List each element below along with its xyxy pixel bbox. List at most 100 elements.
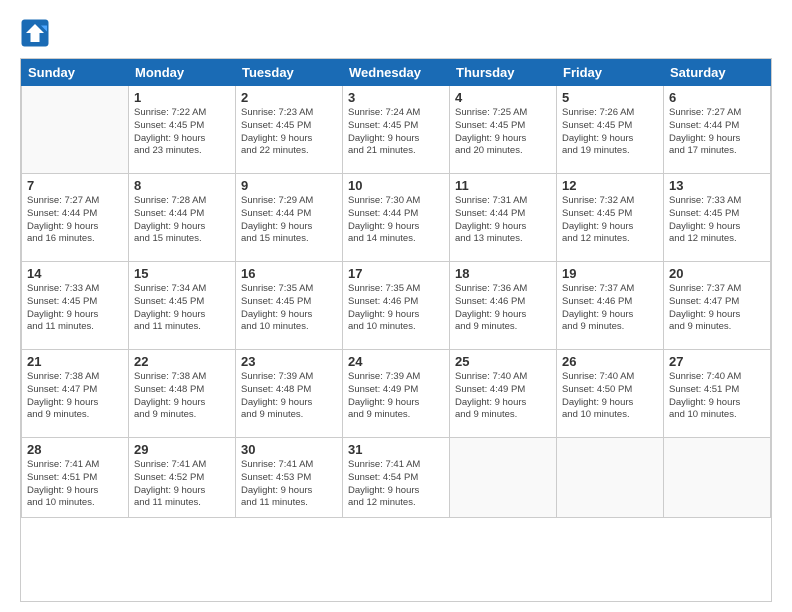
day-info: Sunrise: 7:35 AMSunset: 4:45 PMDaylight:…: [241, 283, 337, 334]
day-number: 18: [455, 266, 551, 281]
cal-cell: 12Sunrise: 7:32 AMSunset: 4:45 PMDayligh…: [557, 174, 664, 262]
logo-icon: [20, 18, 50, 48]
day-info: Sunrise: 7:40 AMSunset: 4:50 PMDaylight:…: [562, 371, 658, 422]
day-info: Sunrise: 7:41 AMSunset: 4:54 PMDaylight:…: [348, 459, 444, 510]
day-header-wednesday: Wednesday: [343, 60, 450, 86]
cal-cell: [450, 438, 557, 518]
cal-cell: 1 Sunrise: 7:22 AMSunset: 4:45 PMDaylight…: [129, 86, 236, 174]
day-info: Sunrise: 7:41 AMSunset: 4:51 PMDaylight:…: [27, 459, 123, 510]
day-info: Sunrise: 7:29 AMSunset: 4:44 PMDaylight:…: [241, 195, 337, 246]
day-number: 29: [134, 442, 230, 457]
day-header-saturday: Saturday: [664, 60, 771, 86]
cal-cell: 13Sunrise: 7:33 AMSunset: 4:45 PMDayligh…: [664, 174, 771, 262]
day-number: 19: [562, 266, 658, 281]
cal-cell: 31 Sunrise: 7:41 AMSunset: 4:54 PMDayligh…: [343, 438, 450, 518]
day-number: 11: [455, 178, 551, 193]
day-number: 28: [27, 442, 123, 457]
cal-cell: 2Sunrise: 7:23 AMSunset: 4:45 PMDaylight…: [236, 86, 343, 174]
day-info: Sunrise: 7:25 AMSunset: 4:45 PMDaylight:…: [455, 107, 551, 158]
cal-cell: 27 Sunrise: 7:40 AMSunset: 4:51 PMDayligh…: [664, 350, 771, 438]
day-info: Sunrise: 7:27 AMSunset: 4:44 PMDaylight:…: [669, 107, 765, 158]
day-number: 16: [241, 266, 337, 281]
day-info: Sunrise: 7:33 AMSunset: 4:45 PMDaylight:…: [669, 195, 765, 246]
cal-cell: 5 Sunrise: 7:26 AMSunset: 4:45 PMDaylight…: [557, 86, 664, 174]
cal-cell: 30 Sunrise: 7:41 AMSunset: 4:53 PMDayligh…: [236, 438, 343, 518]
cal-cell: 29 Sunrise: 7:41 AMSunset: 4:52 PMDayligh…: [129, 438, 236, 518]
day-info: Sunrise: 7:26 AMSunset: 4:45 PMDaylight:…: [562, 107, 658, 158]
day-number: 21: [27, 354, 123, 369]
day-number: 22: [134, 354, 230, 369]
day-number: 14: [27, 266, 123, 281]
day-info: Sunrise: 7:30 AMSunset: 4:44 PMDaylight:…: [348, 195, 444, 246]
day-info: Sunrise: 7:41 AMSunset: 4:53 PMDaylight:…: [241, 459, 337, 510]
day-number: 27: [669, 354, 765, 369]
cal-cell: [557, 438, 664, 518]
day-info: Sunrise: 7:39 AMSunset: 4:49 PMDaylight:…: [348, 371, 444, 422]
cal-cell: 23 Sunrise: 7:39 AMSunset: 4:48 PMDayligh…: [236, 350, 343, 438]
day-number: 6: [669, 90, 765, 105]
day-number: 30: [241, 442, 337, 457]
cal-cell: 7Sunrise: 7:27 AMSunset: 4:44 PMDaylight…: [22, 174, 129, 262]
day-number: 7: [27, 178, 123, 193]
day-number: 1: [134, 90, 230, 105]
cal-cell: 16 Sunrise: 7:35 AMSunset: 4:45 PMDayligh…: [236, 262, 343, 350]
day-info: Sunrise: 7:37 AMSunset: 4:47 PMDaylight:…: [669, 283, 765, 334]
day-number: 5: [562, 90, 658, 105]
cal-cell: 17 Sunrise: 7:35 AMSunset: 4:46 PMDayligh…: [343, 262, 450, 350]
day-number: 4: [455, 90, 551, 105]
day-header-monday: Monday: [129, 60, 236, 86]
day-number: 25: [455, 354, 551, 369]
cal-cell: 18 Sunrise: 7:36 AMSunset: 4:46 PMDayligh…: [450, 262, 557, 350]
day-header-sunday: Sunday: [22, 60, 129, 86]
cal-cell: 19 Sunrise: 7:37 AMSunset: 4:46 PMDayligh…: [557, 262, 664, 350]
day-number: 24: [348, 354, 444, 369]
day-info: Sunrise: 7:39 AMSunset: 4:48 PMDaylight:…: [241, 371, 337, 422]
cal-cell: 25 Sunrise: 7:40 AMSunset: 4:49 PMDayligh…: [450, 350, 557, 438]
cal-cell: 15 Sunrise: 7:34 AMSunset: 4:45 PMDayligh…: [129, 262, 236, 350]
day-number: 17: [348, 266, 444, 281]
cal-cell: 14 Sunrise: 7:33 AMSunset: 4:45 PMDayligh…: [22, 262, 129, 350]
cal-cell: 22 Sunrise: 7:38 AMSunset: 4:48 PMDayligh…: [129, 350, 236, 438]
cal-cell: 4 Sunrise: 7:25 AMSunset: 4:45 PMDaylight…: [450, 86, 557, 174]
day-info: Sunrise: 7:31 AMSunset: 4:44 PMDaylight:…: [455, 195, 551, 246]
page: SundayMondayTuesdayWednesdayThursdayFrid…: [0, 0, 792, 612]
day-number: 23: [241, 354, 337, 369]
day-number: 26: [562, 354, 658, 369]
day-info: Sunrise: 7:33 AMSunset: 4:45 PMDaylight:…: [27, 283, 123, 334]
day-info: Sunrise: 7:37 AMSunset: 4:46 PMDaylight:…: [562, 283, 658, 334]
day-header-friday: Friday: [557, 60, 664, 86]
day-info: Sunrise: 7:40 AMSunset: 4:49 PMDaylight:…: [455, 371, 551, 422]
day-number: 31: [348, 442, 444, 457]
day-number: 8: [134, 178, 230, 193]
day-info: Sunrise: 7:38 AMSunset: 4:47 PMDaylight:…: [27, 371, 123, 422]
day-number: 20: [669, 266, 765, 281]
cal-cell: 21 Sunrise: 7:38 AMSunset: 4:47 PMDayligh…: [22, 350, 129, 438]
day-info: Sunrise: 7:32 AMSunset: 4:45 PMDaylight:…: [562, 195, 658, 246]
day-info: Sunrise: 7:23 AMSunset: 4:45 PMDaylight:…: [241, 107, 337, 158]
day-header-thursday: Thursday: [450, 60, 557, 86]
calendar: SundayMondayTuesdayWednesdayThursdayFrid…: [20, 58, 772, 602]
cal-cell: 20 Sunrise: 7:37 AMSunset: 4:47 PMDayligh…: [664, 262, 771, 350]
day-number: 15: [134, 266, 230, 281]
cal-cell: [22, 86, 129, 174]
day-info: Sunrise: 7:40 AMSunset: 4:51 PMDaylight:…: [669, 371, 765, 422]
day-info: Sunrise: 7:22 AMSunset: 4:45 PMDaylight:…: [134, 107, 230, 158]
cal-cell: 9 Sunrise: 7:29 AMSunset: 4:44 PMDaylight…: [236, 174, 343, 262]
cal-cell: 11 Sunrise: 7:31 AMSunset: 4:44 PMDayligh…: [450, 174, 557, 262]
cal-cell: 26 Sunrise: 7:40 AMSunset: 4:50 PMDayligh…: [557, 350, 664, 438]
day-info: Sunrise: 7:35 AMSunset: 4:46 PMDaylight:…: [348, 283, 444, 334]
cal-cell: 3Sunrise: 7:24 AMSunset: 4:45 PMDaylight…: [343, 86, 450, 174]
logo: [20, 18, 54, 48]
day-header-tuesday: Tuesday: [236, 60, 343, 86]
cal-cell: 8 Sunrise: 7:28 AMSunset: 4:44 PMDaylight…: [129, 174, 236, 262]
day-info: Sunrise: 7:38 AMSunset: 4:48 PMDaylight:…: [134, 371, 230, 422]
cal-cell: 24 Sunrise: 7:39 AMSunset: 4:49 PMDayligh…: [343, 350, 450, 438]
day-number: 9: [241, 178, 337, 193]
cal-cell: 6 Sunrise: 7:27 AMSunset: 4:44 PMDaylight…: [664, 86, 771, 174]
cal-cell: [664, 438, 771, 518]
day-info: Sunrise: 7:41 AMSunset: 4:52 PMDaylight:…: [134, 459, 230, 510]
day-info: Sunrise: 7:36 AMSunset: 4:46 PMDaylight:…: [455, 283, 551, 334]
day-info: Sunrise: 7:28 AMSunset: 4:44 PMDaylight:…: [134, 195, 230, 246]
day-info: Sunrise: 7:24 AMSunset: 4:45 PMDaylight:…: [348, 107, 444, 158]
day-info: Sunrise: 7:34 AMSunset: 4:45 PMDaylight:…: [134, 283, 230, 334]
